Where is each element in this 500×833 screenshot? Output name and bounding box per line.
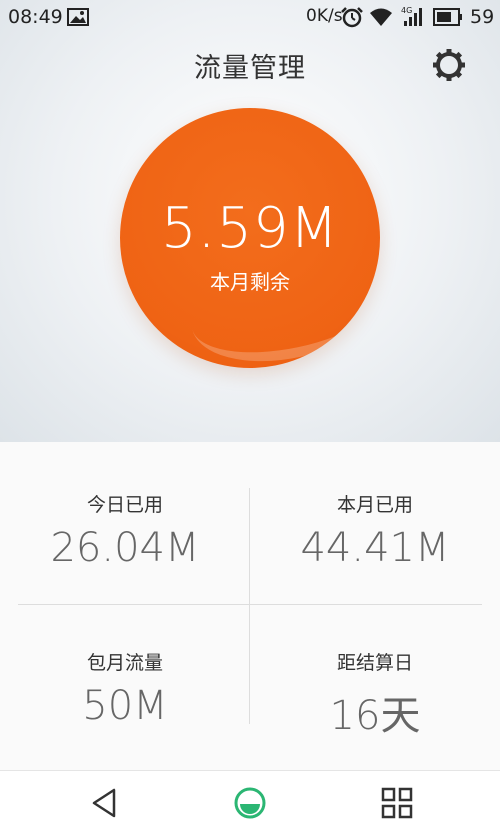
stat-value: 44.41M (300, 525, 450, 571)
alarm-icon (340, 6, 364, 33)
network-speed: 0K/s (306, 6, 343, 26)
stat-monthly-plan: 包月流量 50M (0, 648, 250, 729)
remaining-value: 5.59M (160, 196, 339, 261)
grid-divider-vertical (249, 488, 250, 724)
stats-grid: 今日已用 26.04M 本月已用 44.41M 包月流量 50M 距结算日 16… (0, 442, 500, 770)
battery-level: 59 (470, 6, 495, 28)
navigation-bar (0, 770, 500, 833)
stat-value: 16天 (329, 693, 421, 739)
apps-icon (381, 787, 413, 819)
header-area: 08:49 0K/s 4G 59 流量管理 5.59M 本月剩余 (0, 0, 500, 442)
grid-divider-horizontal (18, 604, 482, 605)
stat-today-used: 今日已用 26.04M (0, 490, 250, 571)
settings-button[interactable] (430, 46, 468, 84)
svg-text:4G: 4G (401, 6, 412, 15)
home-button[interactable] (233, 786, 267, 820)
stat-value: 50M (82, 683, 168, 729)
apps-button[interactable] (380, 786, 414, 820)
status-time: 08:49 (8, 6, 63, 28)
wifi-icon (369, 7, 393, 32)
gear-icon (433, 49, 465, 81)
stat-days-to-billing: 距结算日 16天 (250, 648, 500, 741)
stat-label: 今日已用 (86, 494, 163, 516)
remaining-label: 本月剩余 (210, 270, 290, 294)
remaining-data-circle[interactable]: 5.59M 本月剩余 (120, 108, 380, 368)
image-notification-icon (67, 8, 89, 31)
stat-value: 26.04M (50, 525, 200, 571)
stat-label: 距结算日 (336, 652, 413, 674)
stat-label: 本月已用 (336, 494, 413, 516)
signal-4g-icon: 4G (400, 5, 426, 32)
back-button[interactable] (88, 786, 122, 820)
status-bar: 08:49 0K/s 4G 59 (0, 0, 500, 34)
back-icon (92, 788, 116, 818)
stat-label: 包月流量 (86, 652, 163, 674)
battery-icon (433, 8, 463, 31)
page-title: 流量管理 (194, 53, 306, 84)
stat-month-used: 本月已用 44.41M (250, 490, 500, 571)
home-icon (234, 787, 266, 819)
